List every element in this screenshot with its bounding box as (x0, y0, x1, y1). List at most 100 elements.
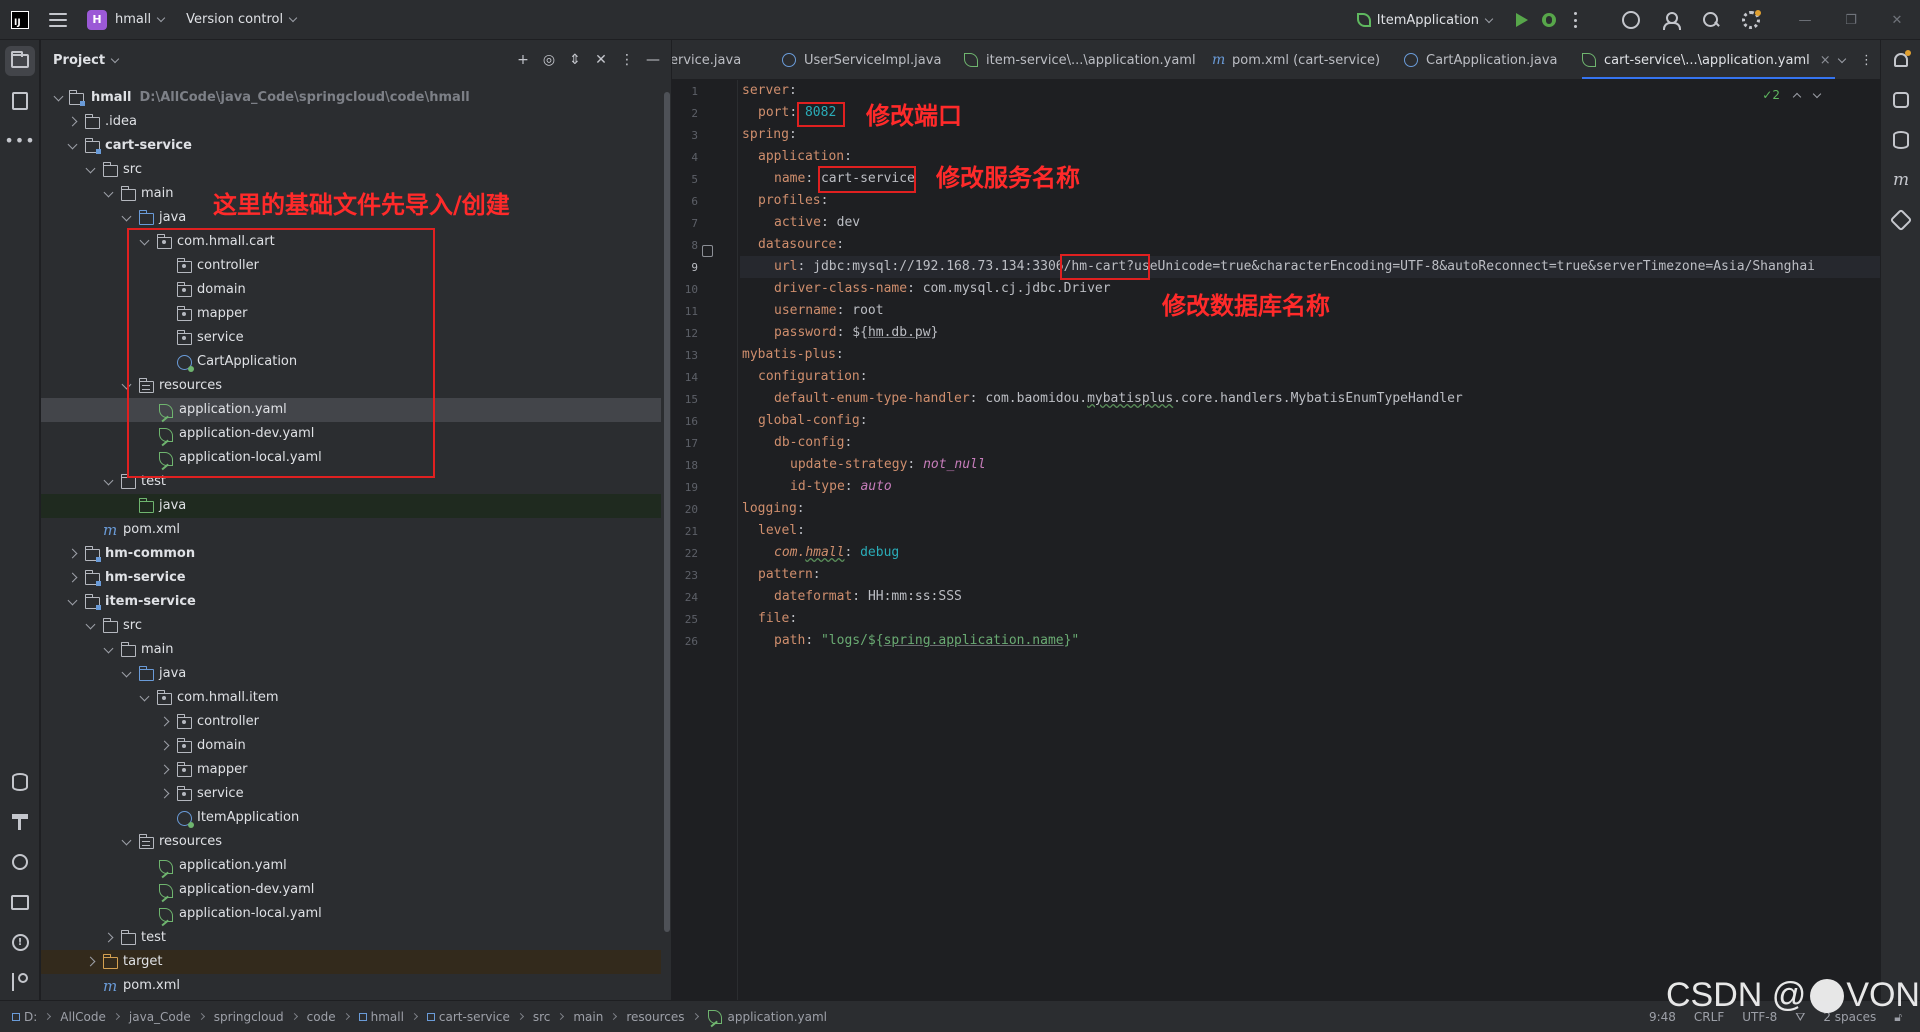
locate-icon[interactable]: ◎ (541, 52, 557, 68)
tree-item[interactable]: service (41, 782, 661, 806)
user-icon[interactable] (1662, 11, 1681, 30)
plugin-button[interactable] (1889, 208, 1913, 232)
tree-item[interactable]: application-dev.yaml (41, 422, 661, 446)
project-panel-title[interactable]: Project (53, 53, 105, 68)
tree-item[interactable]: mapper (41, 302, 661, 326)
tree-item-selected[interactable]: application.yaml (41, 398, 661, 422)
tree-item[interactable]: application-local.yaml (41, 902, 661, 926)
play-icon[interactable] (1516, 13, 1528, 27)
ai-assistant-button[interactable] (1891, 90, 1911, 110)
breadcrumb-item[interactable]: java_Code (129, 1010, 191, 1024)
run-config-selector[interactable]: ItemApplication (1356, 13, 1494, 28)
tree-item[interactable]: src (41, 614, 661, 638)
git-tool-button[interactable] (5, 967, 35, 997)
database-button[interactable] (1891, 130, 1911, 150)
tree-item[interactable]: item-service (41, 590, 661, 614)
project-tool-button[interactable] (5, 46, 35, 76)
tree-item[interactable]: com.hmall.cart (41, 230, 661, 254)
breadcrumb-item[interactable]: code (307, 1010, 336, 1024)
ai-icon[interactable] (1622, 11, 1640, 29)
project-scrollbar[interactable] (664, 92, 670, 932)
tree-item[interactable]: application-local.yaml (41, 446, 661, 470)
minimize-button[interactable]: — (1782, 0, 1828, 40)
breadcrumb-item[interactable]: hmall (371, 1010, 404, 1024)
version-control-menu[interactable]: Version control (186, 12, 283, 27)
collapse-all-icon[interactable]: ✕ (593, 52, 609, 68)
run-tool-button[interactable] (5, 847, 35, 877)
hamburger-icon[interactable] (49, 12, 67, 27)
build-tool-button[interactable] (5, 807, 35, 837)
tree-item[interactable]: cart-service (41, 134, 661, 158)
close-button[interactable]: ✕ (1874, 0, 1920, 40)
chevron-down-icon[interactable] (110, 54, 120, 63)
add-icon[interactable]: + (515, 52, 531, 68)
tree-item[interactable]: hm-common (41, 542, 661, 566)
tree-item[interactable]: java (41, 662, 661, 686)
terminal-tool-button[interactable] (5, 887, 35, 917)
tree-item[interactable]: mapper (41, 758, 661, 782)
tree-item[interactable]: resources (41, 374, 661, 398)
tab-service-java[interactable]: ervice.java (672, 40, 741, 79)
tree-item[interactable]: resources (41, 830, 661, 854)
tree-item[interactable]: hm-service (41, 566, 661, 590)
tree-item[interactable]: application.yaml (41, 854, 661, 878)
tree-item[interactable]: m pom.xml (41, 974, 661, 998)
chevron-down-icon[interactable] (156, 13, 166, 23)
breadcrumb-item[interactable]: cart-service (439, 1010, 510, 1024)
close-tab-icon[interactable]: × (1820, 53, 1831, 68)
tab-userserviceimpl[interactable]: UserServiceImpl.java (782, 40, 941, 79)
tree-item[interactable]: main (41, 182, 661, 206)
chevron-up-icon[interactable] (1792, 92, 1802, 101)
tree-item[interactable]: service (41, 326, 661, 350)
tree-item[interactable]: controller (41, 254, 661, 278)
app-logo-icon[interactable]: IJ (11, 10, 29, 29)
tree-item[interactable]: domain (41, 278, 661, 302)
breadcrumb-item[interactable]: springcloud (214, 1010, 284, 1024)
services-tool-button[interactable] (5, 767, 35, 797)
tab-cartapplication[interactable]: CartApplication.java (1404, 40, 1558, 79)
tabs-options-icon[interactable]: ⋮ (1860, 40, 1873, 79)
tree-item[interactable]: target (41, 950, 661, 974)
breadcrumb-item[interactable]: AllCode (60, 1010, 106, 1024)
expand-all-icon[interactable]: ⇕ (567, 52, 583, 68)
tree-item[interactable]: test (41, 470, 661, 494)
tree-item[interactable]: test (41, 926, 661, 950)
chevron-down-icon[interactable] (288, 13, 298, 23)
inspection-widget[interactable]: ✓2 (1762, 88, 1822, 102)
datasource-gutter-icon[interactable] (702, 245, 713, 257)
tree-item[interactable]: main (41, 638, 661, 662)
tree-item[interactable]: java (41, 494, 661, 518)
tree-item[interactable]: com.hmall.item (41, 686, 661, 710)
project-badge[interactable]: H (87, 9, 107, 30)
breadcrumb-item[interactable]: resources (626, 1010, 684, 1024)
maximize-button[interactable]: ❐ (1828, 0, 1874, 40)
search-icon[interactable] (1702, 11, 1720, 29)
hide-panel-icon[interactable]: — (645, 52, 661, 68)
options-icon[interactable]: ⋮ (619, 52, 635, 68)
tree-item[interactable]: m pom.xml (41, 518, 661, 542)
more-actions-icon[interactable] (1574, 12, 1578, 28)
tab-item-service-yaml[interactable]: item-service\...\application.yaml (964, 40, 1196, 79)
breadcrumb-item[interactable]: D: (24, 1010, 37, 1024)
tree-item[interactable]: ItemApplication (41, 806, 661, 830)
breadcrumb-item[interactable]: main (573, 1010, 603, 1024)
debug-icon[interactable] (1542, 13, 1556, 27)
breadcrumb-item[interactable]: application.yaml (728, 1010, 828, 1024)
breadcrumb-item[interactable]: src (533, 1010, 551, 1024)
tabs-dropdown-icon[interactable] (1832, 40, 1847, 79)
tree-item[interactable]: src (41, 158, 661, 182)
settings-icon[interactable] (1742, 10, 1761, 29)
tree-item[interactable]: CartApplication (41, 350, 661, 374)
tab-pom-cart[interactable]: m pom.xml (cart-service) (1212, 40, 1380, 79)
tree-item[interactable]: application-dev.yaml (41, 878, 661, 902)
tree-item[interactable]: java (41, 206, 661, 230)
tree-item[interactable]: controller (41, 710, 661, 734)
problems-tool-button[interactable]: ! (5, 927, 35, 957)
chevron-down-icon[interactable] (1812, 89, 1822, 98)
maven-button[interactable]: m (1891, 170, 1911, 190)
tab-cart-service-yaml[interactable]: cart-service\...\application.yaml × (1582, 40, 1835, 79)
project-name[interactable]: hmall (115, 12, 151, 27)
structure-tool-button[interactable] (5, 86, 35, 116)
tree-item[interactable]: domain (41, 734, 661, 758)
tree-item[interactable]: hmall D:\AllCode\java_Code\springcloud\co… (41, 86, 661, 110)
